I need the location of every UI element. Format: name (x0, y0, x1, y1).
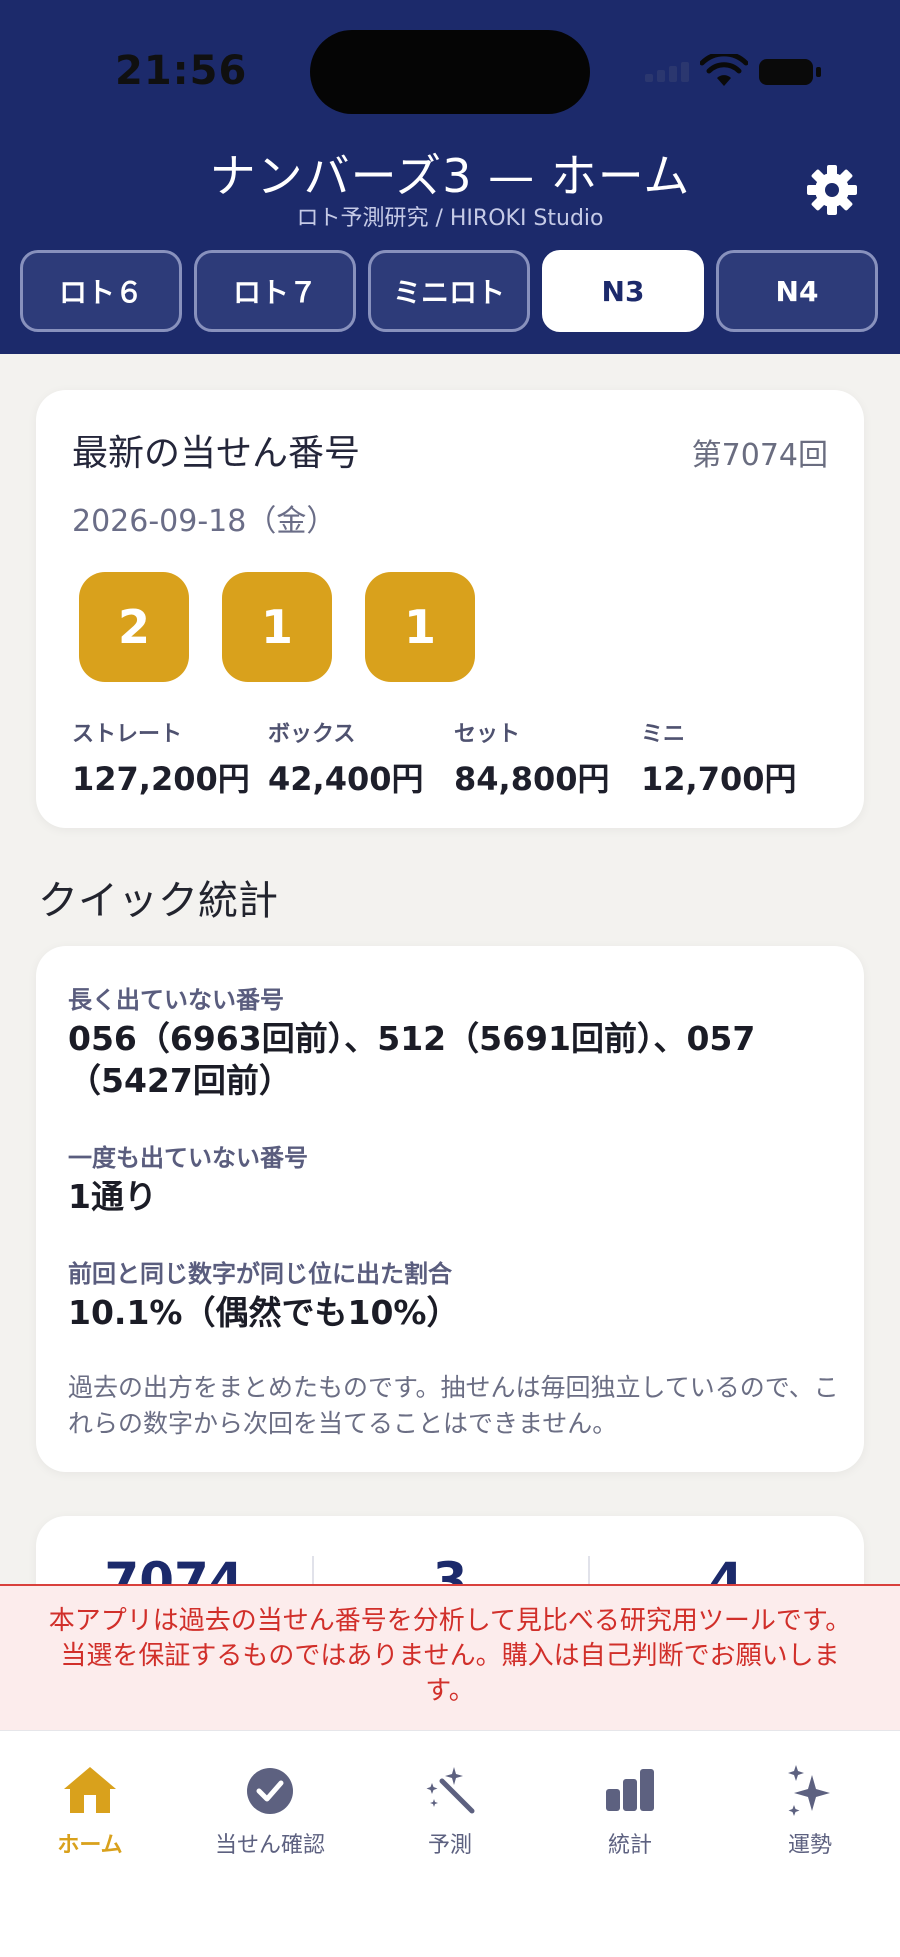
wifi-icon (700, 54, 748, 86)
prize-label: ボックス (268, 722, 356, 747)
stat-label-never-drawn: 一度も出ていない番号 (68, 1144, 308, 1172)
quick-stats-card: 長く出ていない番号 056（6963回前）、512（5691回前）、057（54… (36, 946, 864, 1472)
checkmark-circle-icon (247, 1768, 293, 1814)
latest-result-title: 最新の当せん番号 (72, 433, 361, 474)
tab-n3[interactable]: N3 (542, 250, 704, 332)
page-title: ナンバーズ3 — ホーム (209, 149, 691, 203)
nav-label: ホーム (57, 1833, 123, 1858)
tab-n4[interactable]: N4 (716, 250, 878, 332)
prize-straight: ストレート 127,200円 (72, 716, 250, 800)
lottery-tabs: ロト６ ロト７ ミニロト N3 N4 (20, 250, 880, 334)
status-time: 21:56 (115, 48, 248, 94)
winning-number-ball: 2 (79, 572, 189, 682)
prize-value: 127,200円 (72, 760, 250, 798)
draw-number: 第7074回 (691, 438, 828, 473)
stat-value-repeat-rate: 10.1%（偶然でも10%） (68, 1293, 460, 1332)
stat-label-repeat-rate: 前回と同じ数字が同じ位に出た割合 (68, 1260, 452, 1288)
prize-mini: ミニ 12,700円 (641, 716, 797, 800)
gear-icon[interactable] (804, 162, 860, 218)
winning-number-ball: 1 (365, 572, 475, 682)
bar-chart-icon (606, 1769, 654, 1811)
page-subtitle: ロト予測研究 / HIROKI Studio (296, 206, 604, 231)
prize-label: セット (454, 722, 521, 747)
cellular-signal-icon (645, 62, 689, 82)
sparkles-icon (788, 1765, 830, 1816)
nav-home[interactable]: ホーム (0, 1761, 180, 1881)
prize-set: セット 84,800円 (454, 716, 610, 800)
nav-label: 予測 (427, 1833, 472, 1858)
disclaimer-banner: 本アプリは過去の当せん番号を分析して見比べる研究用ツールです。当選を保証するもの… (0, 1584, 900, 1730)
prize-value: 84,800円 (454, 760, 610, 798)
tab-loto6[interactable]: ロト６ (20, 250, 182, 332)
stat-value-never-drawn: 1通り (68, 1177, 157, 1216)
stat-value-coldest: 056（6963回前）、512（5691回前）、057（5427回前） (68, 1019, 756, 1100)
battery-icon (759, 59, 821, 85)
header: 21:56 ナンバーズ3 — ホーム ロト予測研究 / HIROKI Studi… (0, 0, 900, 354)
nav-stats[interactable]: 統計 (540, 1761, 720, 1881)
stat-label-coldest: 長く出ていない番号 (68, 986, 284, 1014)
nav-predict[interactable]: 予測 (360, 1761, 540, 1881)
nav-results[interactable]: 当せん確認 (180, 1761, 360, 1881)
prize-box: ボックス 42,400円 (268, 716, 424, 800)
latest-result-card: 最新の当せん番号 第7074回 2026-09-18（金） 2 1 1 ストレー… (36, 390, 864, 828)
nav-label: 当せん確認 (214, 1833, 325, 1858)
magic-wand-icon (426, 1767, 475, 1814)
tab-loto7[interactable]: ロト７ (194, 250, 356, 332)
nav-fortune[interactable]: 運勢 (720, 1761, 900, 1881)
prize-label: ストレート (72, 722, 183, 747)
prize-value: 42,400円 (268, 760, 424, 798)
nav-label: 統計 (607, 1833, 652, 1858)
winning-number-ball: 1 (222, 572, 332, 682)
quick-stats-heading: クイック統計 (38, 878, 278, 924)
bottom-nav: ホーム 当せん確認 予測 統計 運勢 (0, 1730, 900, 1957)
stats-note: 過去の出方をまとめたものです。抽せんは毎回独立しているので、これらの数字から次回… (68, 1373, 839, 1438)
draw-date: 2026-09-18（金） (72, 504, 337, 539)
home-icon (64, 1767, 116, 1813)
nav-label: 運勢 (787, 1833, 832, 1858)
dynamic-island (310, 30, 590, 114)
prize-label: ミニ (641, 722, 686, 747)
tab-miniloto[interactable]: ミニロト (368, 250, 530, 332)
prize-value: 12,700円 (641, 760, 797, 798)
